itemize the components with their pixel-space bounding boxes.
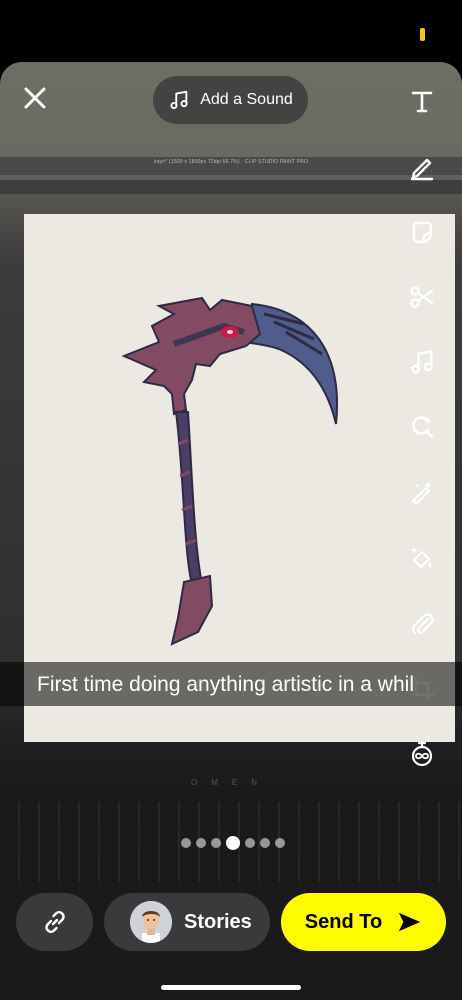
page-indicator xyxy=(181,836,285,850)
sticker-icon xyxy=(412,221,433,244)
send-arrow-icon xyxy=(398,912,421,932)
magic-wand-icon xyxy=(411,481,432,506)
link-button[interactable] xyxy=(16,893,93,951)
magic-wand-tool[interactable] xyxy=(405,475,439,509)
send-to-label: Send To xyxy=(304,910,383,933)
add-sound-button[interactable]: Add a Sound xyxy=(153,76,308,124)
magic-eraser-icon xyxy=(410,546,434,569)
send-to-button[interactable]: Send To xyxy=(281,893,446,951)
page-dot xyxy=(245,838,255,848)
text-icon xyxy=(411,91,433,113)
infinity-timer-icon xyxy=(411,741,433,767)
magic-eraser-tool[interactable] xyxy=(405,540,439,574)
page-dot-current xyxy=(226,836,240,850)
add-sound-label: Add a Sound xyxy=(200,91,293,108)
close-button[interactable] xyxy=(20,83,50,113)
lens-search-icon xyxy=(412,416,434,439)
draw-tool[interactable] xyxy=(405,150,439,184)
bitmoji-avatar-icon xyxy=(130,901,172,943)
snap-photo: kayn* (1500 x 1800px 72dpi 66.7%) - CLIP… xyxy=(0,62,462,882)
timer-tool[interactable] xyxy=(405,737,439,771)
avatar xyxy=(130,901,172,943)
text-tool[interactable] xyxy=(405,84,439,118)
attachment-tool[interactable] xyxy=(405,607,439,641)
stories-button[interactable]: Stories xyxy=(104,893,270,951)
monitor-title: kayn* (1500 x 1800px 72dpi 66.7%) - CLIP… xyxy=(153,159,309,165)
page-dot xyxy=(211,838,221,848)
paperclip-icon xyxy=(412,613,434,635)
page-dot xyxy=(275,838,285,848)
battery-indicator xyxy=(420,28,425,41)
link-icon xyxy=(44,910,65,934)
music-tool[interactable] xyxy=(405,345,439,379)
close-icon xyxy=(24,87,46,109)
monitor-toolbar xyxy=(0,180,462,194)
caption-text[interactable]: First time doing anything artistic in a … xyxy=(37,673,414,697)
page-dot xyxy=(196,838,206,848)
sticker-tool[interactable] xyxy=(405,215,439,249)
page-dot xyxy=(181,838,191,848)
stories-label: Stories xyxy=(184,910,252,933)
lens-search-tool[interactable] xyxy=(405,410,439,444)
page-dot xyxy=(260,838,270,848)
home-indicator xyxy=(161,985,301,990)
scissors-tool[interactable] xyxy=(405,280,439,314)
music-note-icon xyxy=(411,350,433,374)
keyboard-brand: OMEN xyxy=(191,778,271,787)
music-note-icon xyxy=(170,90,188,109)
scissors-icon xyxy=(410,286,434,308)
pencil-icon xyxy=(410,158,434,181)
